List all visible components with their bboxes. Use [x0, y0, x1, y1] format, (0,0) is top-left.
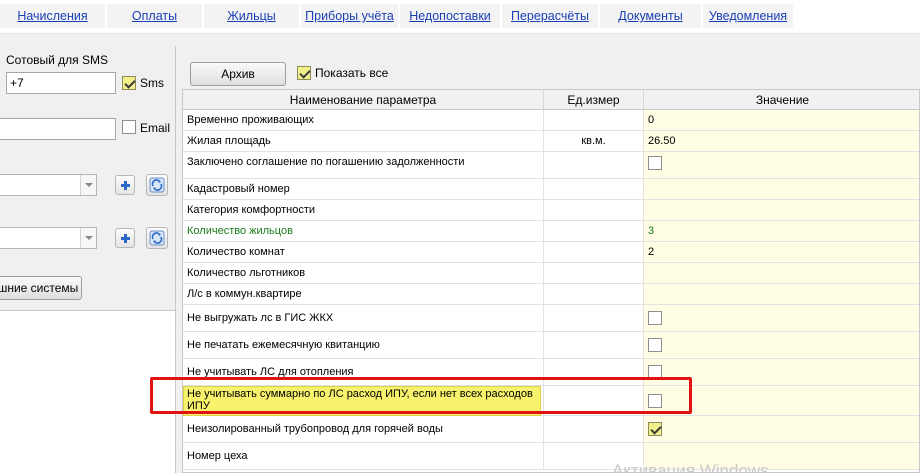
header-unit[interactable]: Ед.измер [544, 90, 644, 110]
windows-activation-watermark: Активация Windows [612, 461, 769, 473]
combo-1[interactable] [0, 174, 97, 196]
table-row[interactable]: Жилая площадь кв.м. 26.50 [183, 131, 919, 152]
show-all-checkbox[interactable] [297, 66, 311, 80]
parameters-grid: Наименование параметра Ед.измер Значение… [182, 89, 920, 473]
param-unit [544, 284, 644, 304]
param-value[interactable] [644, 332, 919, 358]
table-row[interactable]: Количество жильцов 3 [183, 221, 919, 242]
table-row[interactable]: Количество льготников [183, 263, 919, 284]
param-value[interactable] [644, 416, 919, 442]
tab-pribory-ucheta[interactable]: Приборы учёта [301, 4, 398, 28]
email-checkbox[interactable] [122, 120, 136, 134]
table-row[interactable]: Номер цеха [183, 443, 919, 470]
top-nav: Начисления Оплаты Жильцы Приборы учёта Н… [0, 0, 920, 34]
external-systems-button[interactable]: шние системы [0, 276, 82, 300]
sms-checkbox-label: Sms [140, 76, 164, 90]
param-name: Количество комнат [183, 242, 544, 262]
param-value[interactable] [644, 284, 919, 304]
table-row[interactable]: Временно проживающих 0 [183, 110, 919, 131]
table-row[interactable]: Не печатать ежемесячную квитанцию [183, 332, 919, 359]
table-row[interactable]: Заключено соглашение по погашению задолж… [183, 152, 919, 179]
param-value[interactable] [644, 200, 919, 220]
refresh-button-1[interactable] [146, 174, 168, 196]
param-name: Не печатать ежемесячную квитанцию [183, 332, 544, 358]
tab-zhiltsy[interactable]: Жильцы [204, 4, 299, 28]
param-unit [544, 242, 644, 262]
param-name: Количество льготников [183, 263, 544, 283]
no-print-receipt-checkbox[interactable] [648, 338, 662, 352]
param-value[interactable]: 3 [644, 221, 919, 241]
param-value[interactable]: 2 [644, 242, 919, 262]
table-row[interactable]: Неизолированный трубопровод для горячей … [183, 416, 919, 443]
email-checkbox-label: Email [140, 121, 171, 135]
phone-input[interactable]: +7 [6, 72, 116, 94]
param-value[interactable]: 26.50 [644, 131, 919, 151]
refresh-icon [149, 230, 165, 246]
param-unit [544, 221, 644, 241]
param-unit [544, 416, 644, 442]
param-name: Неизолированный трубопровод для горячей … [183, 416, 544, 442]
show-all-label: Показать все [315, 66, 389, 80]
tab-uvedomleniya[interactable]: Уведомления [703, 4, 793, 28]
header-name[interactable]: Наименование параметра [183, 90, 544, 110]
param-name: Л/с в коммун.квартире [183, 284, 544, 304]
agreement-checkbox[interactable] [648, 156, 662, 170]
param-unit [544, 179, 644, 199]
tab-nedopostavki[interactable]: Недопоставки [400, 4, 500, 28]
tab-oplaty[interactable]: Оплаты [107, 4, 202, 28]
param-unit [544, 332, 644, 358]
param-unit [544, 200, 644, 220]
table-row[interactable]: Категория комфортности [183, 200, 919, 221]
param-value[interactable] [644, 152, 919, 178]
red-highlight-box [150, 377, 692, 414]
param-value[interactable] [644, 305, 919, 331]
table-row[interactable]: Кадастровый номер [183, 179, 919, 200]
param-name: Заключено соглашение по погашению задолж… [183, 152, 544, 178]
param-name: Номер цеха [183, 443, 544, 469]
email-input[interactable] [0, 118, 116, 140]
param-unit [544, 263, 644, 283]
header-value[interactable]: Значение [644, 90, 919, 110]
archive-button[interactable]: Архив [190, 62, 286, 86]
combo-2[interactable] [0, 227, 97, 249]
param-value[interactable] [644, 179, 919, 199]
param-name: Категория комфортности [183, 200, 544, 220]
grid-header: Наименование параметра Ед.измер Значение [183, 90, 919, 110]
table-row[interactable]: Л/с в коммун.квартире [183, 284, 919, 305]
param-name: Не выгружать лс в ГИС ЖКХ [183, 305, 544, 331]
param-unit: кв.м. [544, 131, 644, 151]
add-button-2[interactable] [115, 228, 135, 248]
param-unit [544, 305, 644, 331]
param-name: Количество жильцов [183, 221, 544, 241]
table-row[interactable]: Количество комнат 2 [183, 242, 919, 263]
param-name: Кадастровый номер [183, 179, 544, 199]
refresh-icon [149, 177, 165, 193]
add-button-1[interactable] [115, 175, 135, 195]
hot-water-pipe-checkbox[interactable] [648, 422, 662, 436]
param-name: Жилая площадь [183, 131, 544, 151]
tab-dokumenty[interactable]: Документы [600, 4, 701, 28]
chevron-down-icon[interactable] [80, 175, 96, 195]
tab-nachisleniya[interactable]: Начисления [0, 4, 105, 28]
param-value[interactable] [644, 263, 919, 283]
sms-phone-label: Сотовый для SMS [6, 53, 108, 67]
chevron-down-icon[interactable] [80, 228, 96, 248]
param-unit [544, 152, 644, 178]
refresh-button-2[interactable] [146, 227, 168, 249]
table-row[interactable]: Не выгружать лс в ГИС ЖКХ [183, 305, 919, 332]
param-value[interactable]: 0 [644, 110, 919, 130]
no-gis-export-checkbox[interactable] [648, 311, 662, 325]
param-unit [544, 110, 644, 130]
sms-checkbox[interactable] [122, 76, 136, 90]
param-name: Временно проживающих [183, 110, 544, 130]
tab-pereraschety[interactable]: Перерасчёты [502, 4, 598, 28]
